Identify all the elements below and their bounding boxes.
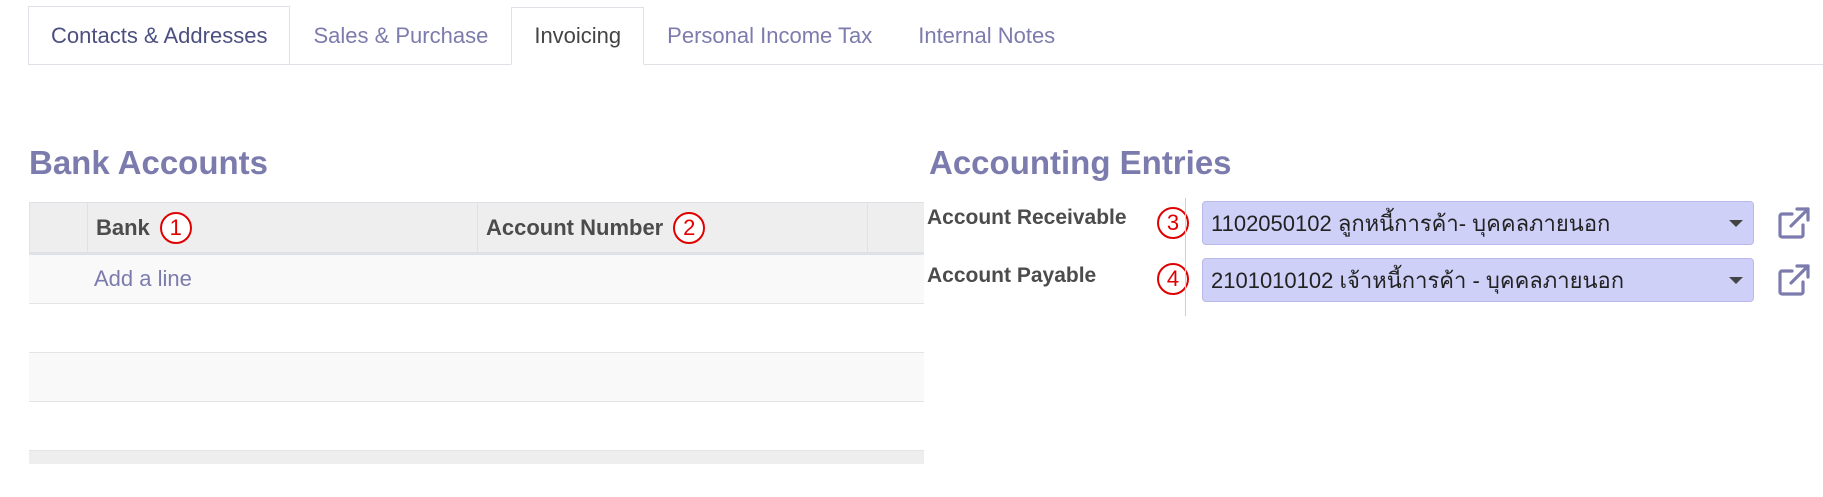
tab-contacts-addresses[interactable]: Contacts & Addresses (28, 6, 291, 64)
notebook-tabs: Contacts & Addresses Sales & Purchase In… (28, 6, 1823, 65)
tab-personal-income-tax[interactable]: Personal Income Tax (644, 6, 895, 64)
annotation-marker-1: 1 (159, 211, 192, 244)
external-link-icon[interactable] (1776, 205, 1812, 241)
account-payable-label: Account Payable (927, 264, 1097, 287)
table-header: Bank 1 Account Number 2 (29, 202, 924, 255)
tab-sales-purchase[interactable]: Sales & Purchase (290, 6, 511, 64)
table-footer (29, 451, 924, 464)
external-link-icon[interactable] (1776, 262, 1812, 298)
caret-down-icon[interactable] (1729, 220, 1743, 227)
account-receivable-label: Account Receivable (927, 206, 1127, 229)
field-separator (1185, 198, 1186, 316)
bank-column-header[interactable]: Bank 1 (87, 203, 477, 252)
caret-down-icon[interactable] (1729, 277, 1743, 284)
table-row: Add a line (29, 255, 924, 304)
annotation-marker-2: 2 (673, 211, 706, 244)
account-payable-value: 2101010102 เจ้าหนี้การค้า - บุคคลภายนอก (1211, 267, 1625, 293)
tab-internal-notes[interactable]: Internal Notes (895, 6, 1078, 64)
account-number-column-header[interactable]: Account Number 2 (477, 203, 867, 252)
bank-accounts-table: Bank 1 Account Number 2 Add a line (29, 202, 924, 464)
account-receivable-select[interactable]: 1102050102 ลูกหนี้การค้า- บุคคลภายนอก (1202, 201, 1754, 245)
table-row (29, 304, 924, 353)
partner-form-page: Contacts & Addresses Sales & Purchase In… (0, 0, 1823, 497)
accounting-entries-title: Accounting Entries (929, 144, 1232, 181)
tab-invoicing[interactable]: Invoicing (511, 7, 645, 65)
extra-column-header (867, 203, 924, 252)
bank-accounts-title: Bank Accounts (29, 144, 268, 181)
account-payable-select[interactable]: 2101010102 เจ้าหนี้การค้า - บุคคลภายนอก (1202, 258, 1754, 302)
table-row (29, 353, 924, 402)
account-receivable-value: 1102050102 ลูกหนี้การค้า- บุคคลภายนอก (1211, 210, 1611, 236)
handle-column-header (29, 203, 87, 252)
account-number-column-label: Account Number (486, 214, 664, 240)
table-row (29, 402, 924, 451)
add-a-line-link[interactable]: Add a line (94, 266, 192, 292)
bank-column-label: Bank (96, 214, 150, 240)
